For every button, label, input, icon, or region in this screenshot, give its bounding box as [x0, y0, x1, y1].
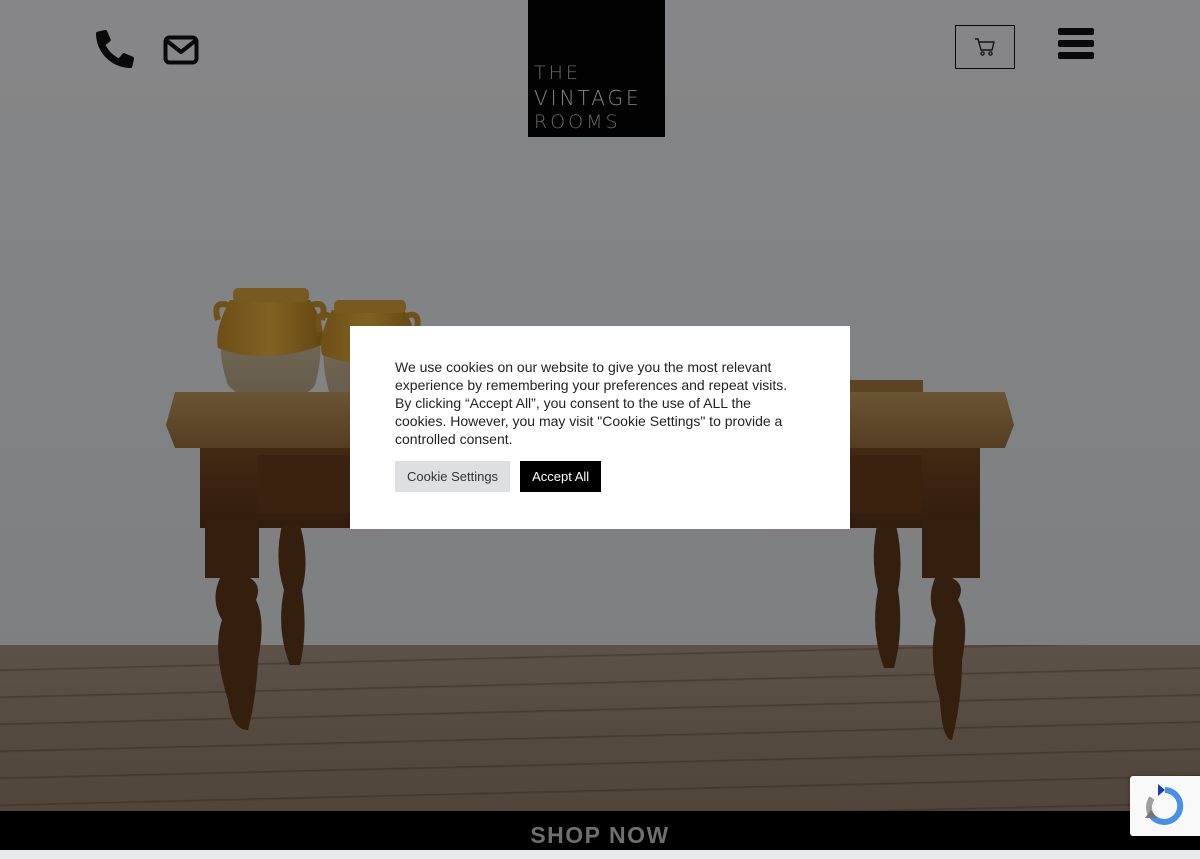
recaptcha-badge[interactable] [1130, 776, 1200, 836]
recaptcha-icon [1145, 784, 1184, 825]
cookie-actions: Cookie Settings Accept All [395, 461, 805, 492]
cookie-consent-text: We use cookies on our website to give yo… [395, 359, 788, 447]
shop-now-label[interactable]: SHOP NOW [0, 811, 1200, 850]
cookie-settings-button[interactable]: Cookie Settings [395, 461, 511, 492]
cookie-consent-dialog: We use cookies on our website to give yo… [350, 326, 850, 529]
accept-all-button[interactable]: Accept All [520, 461, 602, 492]
